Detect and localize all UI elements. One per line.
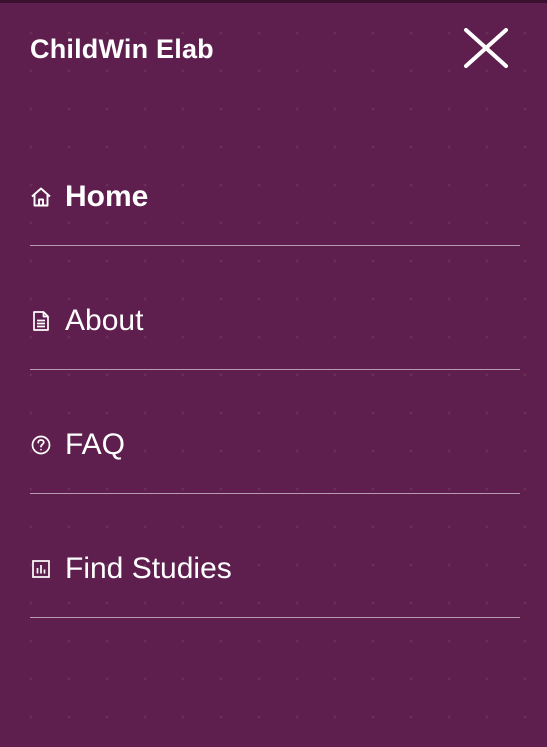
menu-item-label: About [65, 304, 144, 337]
home-icon [30, 186, 52, 208]
bar-chart-icon [30, 558, 52, 580]
document-icon [30, 310, 52, 332]
menu-item-home[interactable]: Home [30, 150, 520, 274]
menu-header: ChildWin Elab [0, 0, 547, 110]
menu-item-label: FAQ [65, 428, 126, 461]
brand-title[interactable]: ChildWin Elab [30, 34, 214, 65]
divider [30, 245, 520, 246]
menu-item-find-studies[interactable]: Find Studies [30, 522, 520, 646]
close-menu-button[interactable] [462, 26, 510, 70]
menu-item-about[interactable]: About [30, 274, 520, 398]
divider [30, 493, 520, 494]
menu-item-label: Home [65, 180, 149, 213]
divider [30, 617, 520, 618]
divider [30, 369, 520, 370]
question-circle-icon [30, 434, 52, 456]
menu-item-label: Find Studies [65, 552, 232, 585]
navigation-menu: Home About FAQ Find Studies [30, 150, 520, 646]
menu-item-faq[interactable]: FAQ [30, 398, 520, 522]
close-icon [464, 28, 508, 68]
